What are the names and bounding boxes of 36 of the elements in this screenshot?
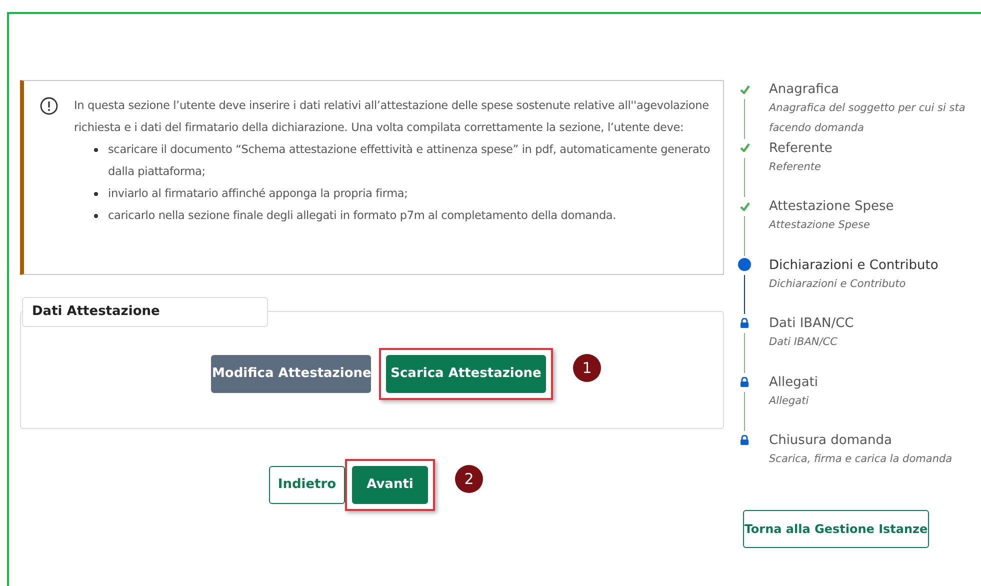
step-subtitle: Anagrafica del soggetto per cui si sta facendo domanda	[769, 101, 966, 136]
bullet-icon	[94, 192, 98, 196]
callout-badge: 1	[573, 354, 601, 382]
info-list-item: scaricare il documento “Schema attestazione effettività e attinenza spese” in pdf, automaticamente generato dalla piattaforma;	[108, 142, 712, 180]
step-subtitle: Dichiarazioni e Contributo	[769, 276, 907, 292]
action-button[interactable]: Avanti	[352, 466, 428, 504]
step-title[interactable]: Attestazione Spese	[769, 199, 969, 215]
info-list-item: caricarlo nella sezione finale degli allegati in formato p7m al completamento della domanda.	[108, 208, 616, 224]
step-title[interactable]: Dati IBAN/CC	[769, 316, 969, 332]
lock-icon	[740, 376, 749, 386]
step-subtitle: Referente	[769, 160, 822, 174]
step-subtitle: Dati IBAN/CC	[769, 335, 838, 350]
step-title[interactable]: Dichiarazioni e Contributo	[769, 258, 969, 274]
step-title[interactable]: Chiusura domanda	[769, 433, 969, 449]
back-to-list-button[interactable]: Torna alla Gestione Istanze	[743, 510, 929, 548]
step-title[interactable]: Anagrafica	[769, 82, 969, 98]
section-title: Dati Attestazione	[22, 297, 268, 327]
action-button[interactable]: Indietro	[269, 466, 345, 504]
step-title[interactable]: Allegati	[769, 374, 969, 390]
check-icon	[740, 143, 750, 152]
info-icon	[40, 97, 58, 115]
callout-badge: 2	[455, 465, 483, 493]
edit-button[interactable]: Modifica Attestazione	[211, 355, 371, 393]
bullet-icon	[94, 214, 98, 218]
step-subtitle: Attestazione Spese	[769, 218, 871, 233]
step-title[interactable]: Referente	[769, 140, 969, 156]
lock-icon	[740, 435, 749, 445]
action-button[interactable]: Scarica Attestazione	[386, 355, 546, 393]
step-subtitle: Allegati	[769, 394, 810, 408]
check-icon	[740, 202, 750, 210]
info-text: In questa sezione l’utente deve inserire i dati relativi all’attestazione delle spese sostenute relative all''agevolazione richiesta e i dati del firmatario della dichiarazione. Una volta compilata correttamente la sezione, l’utente deve:	[74, 98, 710, 136]
lock-icon	[740, 318, 749, 328]
bullet-icon	[94, 148, 98, 152]
check-icon	[740, 84, 750, 94]
step-subtitle: Scarica, firma e carica la domanda	[769, 452, 954, 467]
info-list-item: inviarlo al firmatario affinché apponga la propria firma;	[108, 186, 408, 202]
